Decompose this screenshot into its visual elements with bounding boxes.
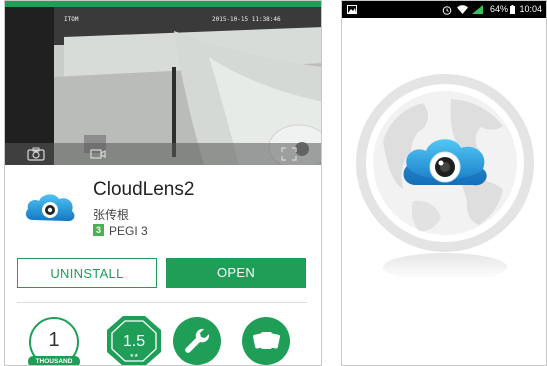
fullscreen-icon[interactable] xyxy=(281,147,297,161)
clock-time: 10:04 xyxy=(519,4,542,14)
image-notification-icon xyxy=(347,5,357,14)
battery-percent: 64% xyxy=(489,4,508,14)
divider xyxy=(17,302,307,303)
cloud-lens-logo-icon xyxy=(403,139,487,186)
battery-icon xyxy=(510,5,515,14)
alarm-icon xyxy=(442,6,452,15)
app-icon xyxy=(25,194,75,222)
pegi-rating-icon: 3 xyxy=(93,224,104,236)
tools-badge[interactable] xyxy=(173,317,221,365)
similar-apps-badge[interactable] xyxy=(242,317,290,365)
rating-value: 1.5 xyxy=(123,333,145,350)
wifi-icon xyxy=(457,5,468,14)
wrench-icon xyxy=(185,328,210,353)
splash-screen: 64% 10:04 xyxy=(341,0,547,366)
content-rating: PEGI 3 xyxy=(109,224,148,238)
developer-name[interactable]: 张传根 xyxy=(93,206,129,223)
video-controls xyxy=(5,143,321,165)
play-store-screen: ITOM 2015-10-15 11:38:46 CloudLens2 张传根 … xyxy=(4,0,322,366)
camera-icon[interactable] xyxy=(27,147,45,161)
rating-badge[interactable]: 1.5 ★★ xyxy=(106,315,162,366)
similar-apps-icon xyxy=(253,332,280,349)
open-button[interactable]: OPEN xyxy=(166,258,306,288)
video-timestamp-right: 2015-10-15 11:38:46 xyxy=(212,16,281,23)
video-icon[interactable] xyxy=(90,147,106,161)
uninstall-button[interactable]: UNINSTALL xyxy=(17,258,157,288)
preview-video[interactable]: ITOM 2015-10-15 11:38:46 xyxy=(5,7,321,165)
downloads-label: THOUSAND xyxy=(28,356,80,365)
app-name: CloudLens2 xyxy=(93,179,195,200)
signal-icon xyxy=(472,5,483,14)
status-bar: 64% 10:04 xyxy=(342,1,546,18)
downloads-number: 1 xyxy=(48,329,60,351)
camera-frame: ITOM 2015-10-15 11:38:46 xyxy=(54,7,321,165)
rating-stars: ★★ xyxy=(130,353,139,359)
video-timestamp-left: ITOM xyxy=(64,16,79,23)
office-scene xyxy=(54,7,321,165)
